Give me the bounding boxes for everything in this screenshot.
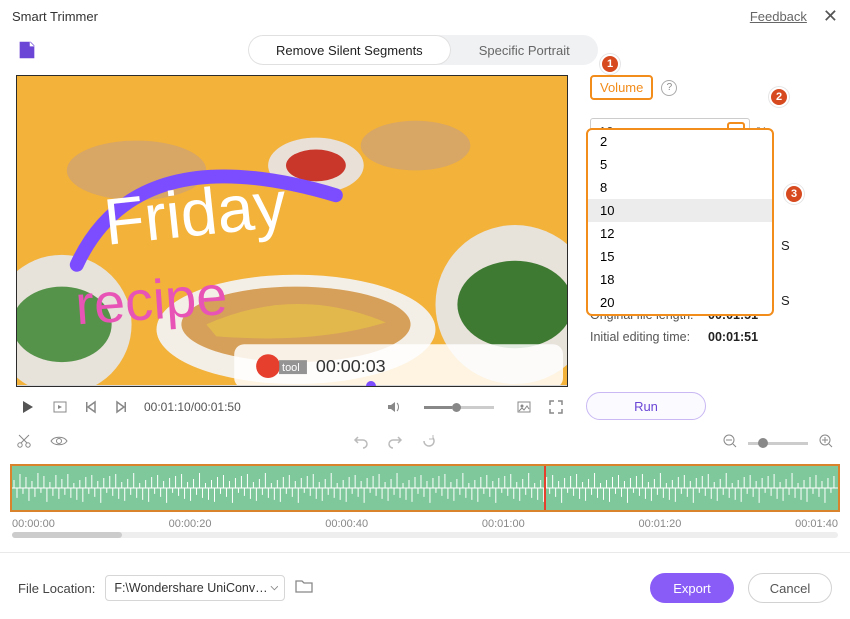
zoom-slider[interactable] (748, 442, 808, 445)
redo-icon[interactable] (387, 433, 403, 454)
feedback-link[interactable]: Feedback (750, 9, 807, 24)
volume-option[interactable]: 10 (588, 199, 772, 222)
next-frame-icon[interactable] (114, 400, 128, 414)
initial-time-value: 00:01:51 (708, 330, 758, 344)
timeline-playhead[interactable] (544, 464, 546, 512)
tab-remove-silent[interactable]: Remove Silent Segments (248, 35, 451, 65)
svg-text:tool: tool (282, 362, 300, 374)
svg-text:recipe: recipe (73, 264, 229, 336)
file-location-value: F:\Wondershare UniConverter 1 (114, 581, 269, 595)
file-location-label: File Location: (18, 581, 95, 596)
playback-time: 00:01:10/00:01:50 (144, 400, 241, 414)
cut-icon[interactable] (16, 433, 32, 454)
undo-icon[interactable] (353, 433, 369, 454)
cancel-button[interactable]: Cancel (748, 573, 832, 603)
zoom-in-icon[interactable] (818, 433, 834, 454)
zoom-out-icon[interactable] (722, 433, 738, 454)
timeline-scrollbar[interactable] (12, 532, 838, 538)
side-indicator-s: S (781, 293, 790, 308)
volume-option[interactable]: 15 (588, 245, 772, 268)
callout-2: 2 (769, 87, 789, 107)
run-button[interactable]: Run (586, 392, 706, 420)
snapshot-icon[interactable] (516, 399, 532, 415)
svg-text:00:00:03: 00:00:03 (316, 356, 386, 376)
video-preview[interactable]: Friday recipe 00:00:03 tool (16, 75, 568, 387)
preview-frame: Friday recipe 00:00:03 tool (17, 76, 567, 386)
open-folder-icon[interactable] (295, 578, 313, 599)
step-icon[interactable] (52, 399, 68, 415)
file-location-select[interactable]: F:\Wondershare UniConverter 1 (105, 575, 285, 601)
side-indicator-s: S (781, 238, 790, 253)
volume-option[interactable]: 18 (588, 268, 772, 291)
window-title: Smart Trimmer (12, 9, 98, 24)
app-logo-icon (16, 39, 38, 61)
preview-scrubber[interactable] (16, 384, 568, 387)
volume-option[interactable]: 8 (588, 176, 772, 199)
volume-option[interactable]: 2 (588, 130, 772, 153)
volume-option[interactable]: 12 (588, 222, 772, 245)
eye-icon[interactable] (50, 433, 68, 454)
tab-specific-portrait[interactable]: Specific Portrait (451, 35, 598, 65)
volume-option[interactable]: 20 (588, 291, 772, 314)
callout-3: 3 (784, 184, 804, 204)
volume-label: Volume (590, 75, 653, 100)
close-icon[interactable]: ✕ (823, 6, 838, 27)
prev-frame-icon[interactable] (84, 400, 98, 414)
volume-option[interactable]: 5 (588, 153, 772, 176)
reset-icon[interactable] (421, 433, 437, 454)
volume-dropdown[interactable]: 2 5 8 10 12 15 18 20 (586, 128, 774, 316)
play-icon[interactable] (20, 399, 36, 415)
help-icon[interactable]: ? (661, 80, 677, 96)
waveform-track[interactable] (10, 464, 840, 512)
volume-slider[interactable] (418, 406, 500, 409)
export-button[interactable]: Export (650, 573, 734, 603)
chevron-down-icon (270, 583, 279, 593)
volume-icon[interactable] (386, 399, 402, 415)
time-ruler: 00:00:0000:00:2000:00:4000:01:0000:01:20… (12, 518, 838, 530)
fullscreen-icon[interactable] (548, 399, 564, 415)
callout-1: 1 (600, 54, 620, 74)
mode-tabs: Remove Silent Segments Specific Portrait (248, 35, 598, 65)
initial-time-label: Initial editing time: (590, 326, 708, 349)
